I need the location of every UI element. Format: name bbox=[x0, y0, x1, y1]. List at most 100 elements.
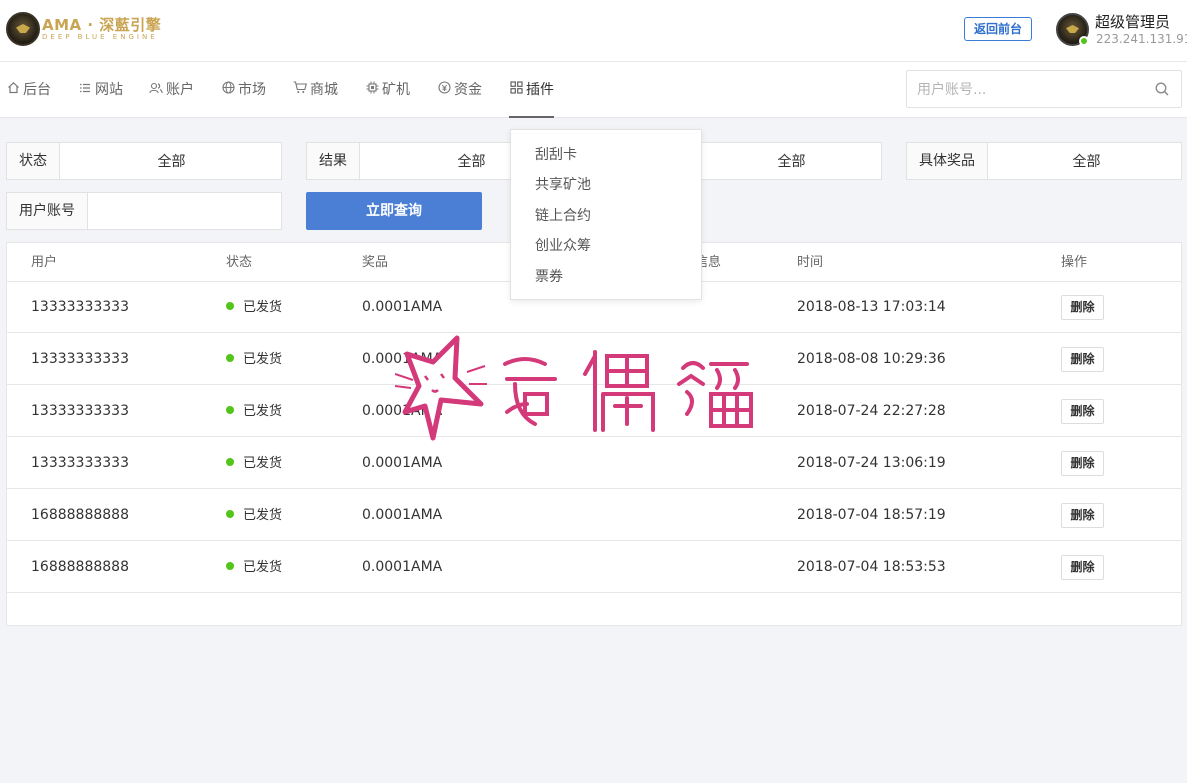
user-cell: 13333333333 bbox=[31, 403, 129, 419]
nav-label: 后台 bbox=[23, 82, 51, 98]
cat-face-icon bbox=[395, 335, 487, 441]
status-text: 已发货 bbox=[243, 404, 283, 419]
table-row: 16888888888 已发货 0.0001AMA 2018-07-04 18:… bbox=[7, 541, 1181, 593]
table-row: 16888888888 已发货 0.0001AMA 2018-07-04 18:… bbox=[7, 489, 1181, 541]
account-filter-label: 用户账号 bbox=[7, 193, 88, 229]
delete-button[interactable]: 删除 bbox=[1061, 399, 1104, 424]
table-row: 13333333333 已发货 0.0001AMA 2018-07-24 13:… bbox=[7, 437, 1181, 489]
watermark-logo bbox=[395, 335, 753, 441]
time-cell: 2018-08-13 17:03:14 bbox=[797, 299, 946, 315]
globe-icon bbox=[221, 62, 235, 118]
admin-name[interactable]: 超级管理员 bbox=[1095, 11, 1170, 32]
status-cell: 已发货 bbox=[226, 385, 282, 437]
nav-item-website[interactable]: 网站 bbox=[78, 62, 123, 118]
menu-item-shared-pool[interactable]: 共享矿池 bbox=[535, 170, 591, 200]
nav-item-backend[interactable]: 后台 bbox=[6, 62, 51, 118]
status-text: 已发货 bbox=[243, 456, 283, 471]
status-dot-icon bbox=[226, 458, 234, 466]
nav-label: 资金 bbox=[454, 82, 482, 98]
account-filter-input[interactable] bbox=[92, 193, 281, 229]
user-cell: 16888888888 bbox=[31, 507, 129, 523]
status-cell: 已发货 bbox=[226, 437, 282, 489]
nav-label: 插件 bbox=[526, 82, 554, 98]
top-header: AMA · 深藍引擎 DEEP BLUE ENGINE 返回前台 超级管理员 2… bbox=[0, 0, 1187, 62]
brand-name: AMA · 深藍引擎 bbox=[42, 16, 162, 34]
status-filter-value[interactable]: 全部 bbox=[62, 143, 281, 179]
menu-item-scratch-card[interactable]: 刮刮卡 bbox=[535, 140, 577, 170]
menu-item-crowdfunding[interactable]: 创业众筹 bbox=[535, 231, 591, 261]
nav-label: 矿机 bbox=[382, 82, 410, 98]
prize-filter-value[interactable]: 全部 bbox=[992, 143, 1181, 179]
time-cell: 2018-07-24 22:27:28 bbox=[797, 403, 946, 419]
brand-subtitle: DEEP BLUE ENGINE bbox=[42, 33, 158, 41]
prize-cell: 0.0001AMA bbox=[362, 559, 443, 575]
nav-item-miner[interactable]: 矿机 bbox=[365, 62, 410, 118]
column-header-user: 用户 bbox=[31, 255, 58, 270]
status-cell: 已发货 bbox=[226, 333, 282, 385]
time-cell: 2018-08-08 10:29:36 bbox=[797, 351, 946, 367]
status-dot-icon bbox=[226, 406, 234, 414]
plugins-dropdown-menu: 刮刮卡 共享矿池 链上合约 创业众筹 票券 bbox=[510, 129, 702, 300]
time-cell: 2018-07-04 18:57:19 bbox=[797, 507, 946, 523]
column-header-prize: 奖品 bbox=[362, 255, 389, 270]
delete-button[interactable]: 删除 bbox=[1061, 347, 1104, 372]
status-text: 已发货 bbox=[243, 300, 283, 315]
user-cell: 13333333333 bbox=[31, 299, 129, 315]
nav-label: 网站 bbox=[95, 82, 123, 98]
menu-item-tickets[interactable]: 票券 bbox=[535, 262, 563, 292]
return-frontend-button[interactable]: 返回前台 bbox=[964, 17, 1032, 41]
prize-cell: 0.0001AMA bbox=[362, 507, 443, 523]
chip-icon bbox=[365, 62, 379, 118]
status-filter-label: 状态 bbox=[7, 143, 60, 179]
status-dot-icon bbox=[226, 354, 234, 362]
delete-button[interactable]: 删除 bbox=[1061, 503, 1104, 528]
account-filter[interactable]: 用户账号 bbox=[6, 192, 282, 230]
column-header-time: 时间 bbox=[797, 255, 824, 270]
status-cell: 已发货 bbox=[226, 541, 282, 593]
third-filter-value[interactable]: 全部 bbox=[702, 143, 881, 179]
status-dot-icon bbox=[226, 302, 234, 310]
logo-icon[interactable] bbox=[6, 12, 40, 46]
query-button[interactable]: 立即查询 bbox=[306, 192, 482, 230]
users-icon bbox=[149, 62, 163, 118]
status-dot-icon bbox=[226, 562, 234, 570]
nav-label: 账户 bbox=[166, 82, 194, 98]
nav-label: 商城 bbox=[310, 82, 338, 98]
admin-ip: 223.241.131.91 bbox=[1096, 32, 1187, 46]
account-search-box[interactable] bbox=[906, 70, 1182, 108]
list-icon bbox=[78, 62, 92, 118]
brand-watermark-glyphs bbox=[503, 350, 753, 432]
grid-icon bbox=[509, 62, 523, 118]
column-header-action: 操作 bbox=[1061, 255, 1088, 270]
nav-item-market[interactable]: 市场 bbox=[221, 62, 266, 118]
nav-item-mall[interactable]: 商城 bbox=[293, 62, 338, 118]
prize-cell: 0.0001AMA bbox=[362, 455, 443, 471]
cart-icon bbox=[293, 62, 308, 118]
delete-button[interactable]: 删除 bbox=[1061, 451, 1104, 476]
online-status-icon bbox=[1079, 36, 1089, 46]
main-nav: 后台 网站 账户 市场 商城 矿机 资金 插件 bbox=[0, 62, 1187, 118]
time-cell: 2018-07-24 13:06:19 bbox=[797, 455, 946, 471]
status-text: 已发货 bbox=[243, 352, 283, 367]
account-search-input[interactable] bbox=[917, 80, 1137, 100]
search-icon[interactable] bbox=[1155, 82, 1169, 96]
status-filter[interactable]: 状态 全部 bbox=[6, 142, 282, 180]
coin-icon bbox=[437, 62, 451, 118]
status-dot-icon bbox=[226, 510, 234, 518]
user-cell: 13333333333 bbox=[31, 455, 129, 471]
nav-item-accounts[interactable]: 账户 bbox=[149, 62, 194, 118]
user-cell: 16888888888 bbox=[31, 559, 129, 575]
status-cell: 已发货 bbox=[226, 489, 282, 541]
prize-filter-label: 具体奖品 bbox=[907, 143, 988, 179]
column-header-status: 状态 bbox=[226, 255, 253, 270]
menu-item-onchain-contract[interactable]: 链上合约 bbox=[535, 201, 591, 231]
status-text: 已发货 bbox=[243, 560, 283, 575]
delete-button[interactable]: 删除 bbox=[1061, 555, 1104, 580]
delete-button[interactable]: 删除 bbox=[1061, 295, 1104, 320]
status-cell: 已发货 bbox=[226, 281, 282, 333]
prize-filter[interactable]: 具体奖品 全部 bbox=[906, 142, 1182, 180]
nav-item-funds[interactable]: 资金 bbox=[437, 62, 482, 118]
nav-item-plugins[interactable]: 插件 bbox=[509, 62, 554, 118]
home-icon bbox=[6, 62, 20, 118]
user-cell: 13333333333 bbox=[31, 351, 129, 367]
